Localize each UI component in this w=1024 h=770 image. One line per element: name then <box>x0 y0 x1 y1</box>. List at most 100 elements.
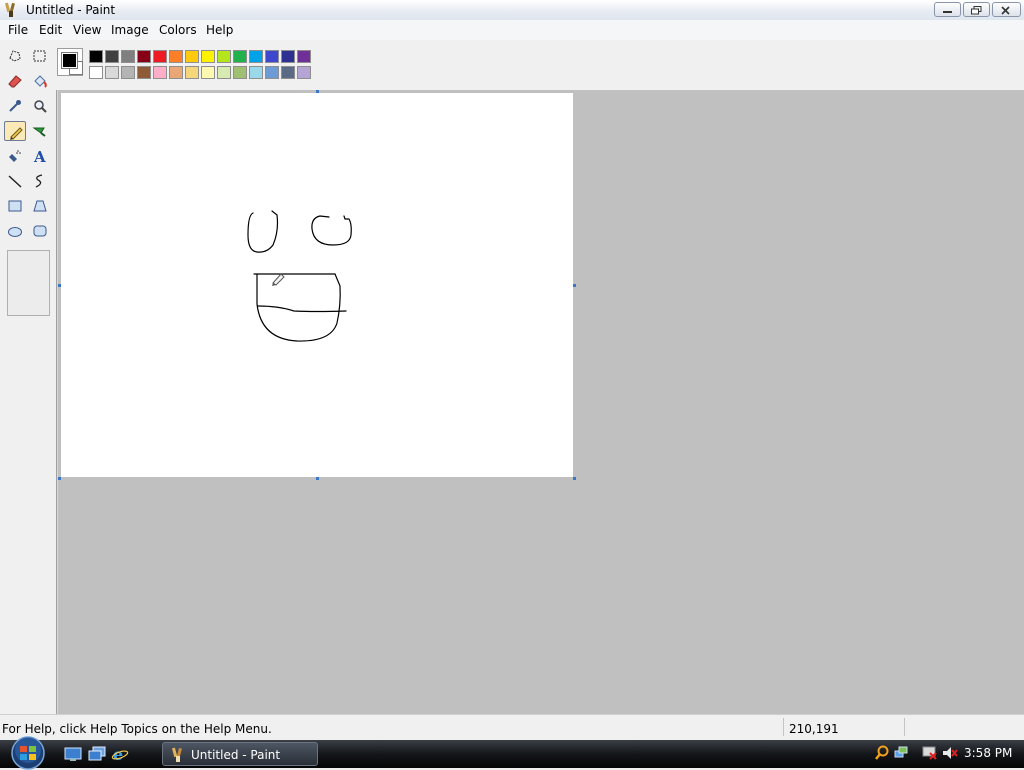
status-bar: For Help, click Help Topics on the Help … <box>0 714 1024 740</box>
palette-swatch[interactable] <box>201 66 215 79</box>
palette-swatch[interactable] <box>217 50 231 63</box>
select-tool[interactable] <box>29 46 51 66</box>
free-form-select-tool[interactable] <box>4 46 26 66</box>
network-disconnected-icon[interactable] <box>922 745 938 761</box>
palette-swatch[interactable] <box>249 66 263 79</box>
resize-handle-bottom[interactable] <box>316 477 319 480</box>
switch-windows-icon[interactable] <box>88 746 106 762</box>
eyedropper-icon <box>9 100 21 112</box>
palette-swatch[interactable] <box>137 50 151 63</box>
svg-text:A: A <box>33 148 46 164</box>
menu-image[interactable]: Image <box>111 23 149 37</box>
taskbar: e Untitled - Paint 3:58 PM <box>0 736 1024 770</box>
rectangle-select-icon <box>33 50 46 62</box>
canvas-drawing <box>247 210 352 342</box>
toolbox: A <box>0 40 56 714</box>
clock[interactable]: 3:58 PM <box>964 746 1012 760</box>
palette-swatch[interactable] <box>265 66 279 79</box>
palette-swatch[interactable] <box>153 50 167 63</box>
palette-swatch[interactable] <box>233 50 247 63</box>
palette-swatch[interactable] <box>153 66 167 79</box>
line-tool[interactable] <box>4 171 26 191</box>
close-button[interactable] <box>992 2 1021 17</box>
palette-swatch[interactable] <box>121 50 135 63</box>
palette-swatch[interactable] <box>121 66 135 79</box>
brush-tool[interactable] <box>29 121 51 141</box>
palette-swatch[interactable] <box>89 50 103 63</box>
paint-app-icon <box>171 747 182 762</box>
resize-handle-right[interactable] <box>573 284 576 287</box>
fill-with-color-tool[interactable] <box>29 71 51 91</box>
drawing-canvas[interactable] <box>61 93 573 477</box>
minimize-icon <box>943 11 952 13</box>
eraser-tool[interactable] <box>4 71 26 91</box>
magnifier-tool[interactable] <box>29 96 51 116</box>
palette-swatch[interactable] <box>169 50 183 63</box>
palette-swatch[interactable] <box>105 50 119 63</box>
resize-handle-top <box>316 90 319 93</box>
palette-swatch[interactable] <box>297 66 311 79</box>
palette-swatch[interactable] <box>169 66 183 79</box>
magnifier-icon <box>34 100 47 113</box>
title-bar: Untitled - Paint <box>0 0 1024 21</box>
pencil-tool[interactable] <box>4 121 26 141</box>
polygon-tool[interactable] <box>29 196 51 216</box>
menu-bar: File Edit View Image Colors Help <box>0 20 1024 40</box>
tool-options-box[interactable] <box>7 250 50 316</box>
palette-swatch[interactable] <box>185 66 199 79</box>
paint-bucket-icon <box>34 75 47 88</box>
network-icon[interactable] <box>894 745 908 761</box>
ellipse-icon <box>8 227 22 237</box>
current-colors[interactable] <box>57 48 83 76</box>
palette-swatch[interactable] <box>105 66 119 79</box>
menu-help[interactable]: Help <box>206 23 233 37</box>
palette-swatch[interactable] <box>137 66 151 79</box>
paint-app-icon <box>4 2 15 17</box>
status-help-text: For Help, click Help Topics on the Help … <box>2 722 272 736</box>
palette-swatch[interactable] <box>89 66 103 79</box>
left-eye-stroke <box>247 210 279 253</box>
minimize-button[interactable] <box>934 2 961 17</box>
pick-color-tool[interactable] <box>4 96 26 116</box>
line-icon <box>8 175 22 188</box>
resize-handle-corner[interactable] <box>573 477 576 480</box>
rectangle-tool[interactable] <box>4 196 26 216</box>
foreground-color-swatch[interactable] <box>61 52 78 69</box>
palette-swatch[interactable] <box>281 66 295 79</box>
palette-swatch[interactable] <box>265 50 279 63</box>
curve-icon <box>35 174 43 188</box>
palette-swatch[interactable] <box>249 50 263 63</box>
ellipse-tool[interactable] <box>4 221 26 241</box>
airbrush-tool[interactable] <box>4 146 26 166</box>
internet-explorer-icon[interactable]: e <box>111 746 129 762</box>
rounded-rectangle-tool[interactable] <box>29 221 51 241</box>
curve-tool[interactable] <box>29 171 51 191</box>
taskbar-button-paint[interactable]: Untitled - Paint <box>162 742 318 766</box>
palette-swatch[interactable] <box>201 50 215 63</box>
menu-file[interactable]: File <box>8 23 28 37</box>
menu-edit[interactable]: Edit <box>39 23 62 37</box>
volume-muted-icon[interactable] <box>942 745 958 761</box>
restore-button[interactable] <box>963 2 990 17</box>
status-divider <box>783 718 784 736</box>
show-desktop-icon[interactable] <box>64 746 82 762</box>
menu-view[interactable]: View <box>73 23 101 37</box>
pencil-cursor-icon <box>272 273 285 286</box>
cursor-coordinates: 210,191 <box>789 722 839 736</box>
right-eye-stroke <box>311 215 352 246</box>
restore-icon <box>971 6 982 15</box>
resize-handle-left <box>58 284 61 287</box>
palette-swatch[interactable] <box>297 50 311 63</box>
canvas-area <box>58 90 1024 714</box>
start-button[interactable] <box>8 736 48 770</box>
palette-swatch[interactable] <box>281 50 295 63</box>
menu-colors[interactable]: Colors <box>159 23 197 37</box>
palette-swatch[interactable] <box>233 66 247 79</box>
mouth-outline-stroke <box>256 273 341 342</box>
brush-icon <box>32 127 46 137</box>
palette-swatch[interactable] <box>217 66 231 79</box>
search-icon[interactable] <box>875 745 889 761</box>
text-tool[interactable]: A <box>29 146 51 166</box>
palette-swatch[interactable] <box>185 50 199 63</box>
airbrush-icon <box>9 150 21 162</box>
